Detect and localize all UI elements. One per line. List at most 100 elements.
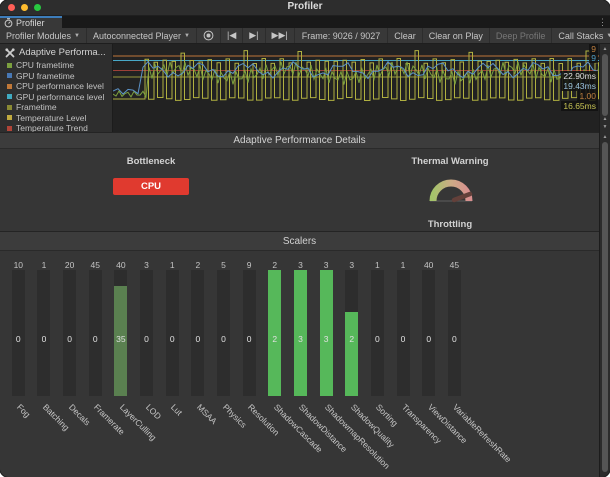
next-frame-button[interactable]: ▶| [243,28,265,43]
module-title: Adaptive Performa... [19,47,106,58]
legend-swatch [7,84,12,89]
legend-swatch [7,73,12,78]
scaler-current-level: 0 [441,334,467,344]
profiler-timeline-chart[interactable]: 9922.90ms19.43ms1.0016.65ms [113,44,599,132]
profiler-modules-dropdown[interactable]: Profiler Modules ▼ [0,28,87,43]
frame-counter: Frame: 9026 / 9027 [295,28,389,43]
scaler-name-label: Lut [169,402,184,417]
scaler-bar [191,270,204,396]
scroll-up-icon[interactable]: ▲ [600,115,610,123]
scroll-up-icon[interactable]: ▲ [600,133,610,141]
next-frame-icon: ▶| [249,30,258,41]
scaler-max-level: 3 [287,260,313,270]
scaler-current-level: 0 [185,334,211,344]
call-stacks-dropdown[interactable]: Call Stacks ▼ [552,28,610,43]
tab-profiler[interactable]: Profiler [0,16,62,28]
legend-label: Temperature Trend [16,123,88,132]
scaler-name-label: Batching [41,402,71,432]
clear-on-play-label: Clear on Play [429,31,483,41]
previous-frame-icon: |◀ [227,30,236,41]
scaler-bar [217,270,230,396]
profiler-modules-label: Profiler Modules [6,31,71,41]
scaler-bar [166,270,179,396]
scaler-max-level: 2 [185,260,211,270]
legend-swatch [7,94,12,99]
scaler-current-level: 0 [364,334,390,344]
clear-button[interactable]: Clear [388,28,423,43]
legend-label: CPU frametime [16,60,74,70]
scaler-name-label: LOD [143,402,162,421]
scaler-max-level: 1 [31,260,57,270]
scroll-down-icon[interactable]: ▼ [600,123,610,131]
scaler-current-level: 3 [313,334,339,344]
scaler-bar [371,270,384,396]
call-stacks-label: Call Stacks [558,31,603,41]
scaler-current-level: 0 [159,334,185,344]
scaler-max-level: 40 [416,260,442,270]
tab-bar: Profiler ⋮ [0,16,610,28]
scaler-bar-fill [268,270,281,396]
scroll-up-icon[interactable]: ▲ [600,45,610,53]
current-frame-icon: ▶▶| [272,30,288,41]
clear-on-play-button[interactable]: Clear on Play [423,28,490,43]
scaler-bar-fill [320,270,333,396]
legend-item[interactable]: CPU frametime [0,60,112,71]
current-frame-button[interactable]: ▶▶| [266,28,295,43]
titlebar: Profiler [0,0,610,16]
chart-value-badge: 22.90ms [561,71,598,81]
scaler-bar-fill [345,312,358,396]
thermal-gauge [426,174,476,206]
adaptive-performance-icon [5,48,15,58]
main-scrollbar-thumb[interactable] [602,142,608,472]
legend-item[interactable]: Temperature Trend [0,123,112,132]
legend-item[interactable]: CPU performance level [0,81,112,92]
chevron-down-icon: ▼ [74,33,80,39]
scaler-current-level: 0 [57,334,83,344]
previous-frame-button[interactable]: |◀ [221,28,243,43]
scaler-bar-fill [294,270,307,396]
legend-swatch [7,115,12,120]
scaler-current-level: 35 [108,334,134,344]
module-header[interactable]: Adaptive Performa... [0,44,112,60]
record-button[interactable] [197,28,221,43]
chart-value-badge: 1.00 [577,91,598,101]
legend-item[interactable]: Frametime [0,102,112,113]
scaler-bar [397,270,410,396]
target-player-dropdown[interactable]: Autoconnected Player ▼ [87,28,197,43]
chart-value-badge: 9 [589,53,598,63]
scaler-bar [243,270,256,396]
scaler-max-level: 3 [339,260,365,270]
scaler-bar [63,270,76,396]
scaler-bar [268,270,281,396]
scaler-max-level: 20 [57,260,83,270]
bottleneck-indicator: CPU [113,178,189,195]
scaler-max-level: 45 [82,260,108,270]
main-scrollbar[interactable]: ▲ [599,132,610,477]
scaler-bar [89,270,102,396]
scaler-current-level: 0 [5,334,31,344]
scaler-max-level: 45 [441,260,467,270]
chart-scrollbar-thumb[interactable] [602,54,608,116]
legend-item[interactable]: GPU performance level [0,92,112,103]
bottleneck-label: Bottleneck [96,156,206,167]
scaler-max-level: 1 [390,260,416,270]
legend-label: CPU performance level [16,81,104,91]
scaler-current-level: 0 [211,334,237,344]
toolbar: Profiler Modules ▼ Autoconnected Player … [0,28,610,44]
legend-label: Temperature Level [16,113,86,123]
scaler-bar [422,270,435,396]
scaler-current-level: 0 [390,334,416,344]
scaler-max-level: 5 [211,260,237,270]
legend-item[interactable]: GPU frametime [0,71,112,82]
chart-scrollbar[interactable]: ▲ ▲ ▼ [599,44,610,132]
module-legend-panel: Adaptive Performa... CPU frametimeGPU fr… [0,44,113,132]
profiler-module-area: Adaptive Performa... CPU frametimeGPU fr… [0,44,610,132]
scaler-current-level: 3 [287,334,313,344]
chevron-down-icon: ▼ [184,33,190,39]
legend-item[interactable]: Temperature Level [0,113,112,124]
scaler-current-level: 0 [82,334,108,344]
tab-menu-icon[interactable]: ⋮ [598,16,607,28]
deep-profile-button[interactable]: Deep Profile [490,28,553,43]
record-icon [203,30,214,41]
scaler-max-level: 9 [236,260,262,270]
